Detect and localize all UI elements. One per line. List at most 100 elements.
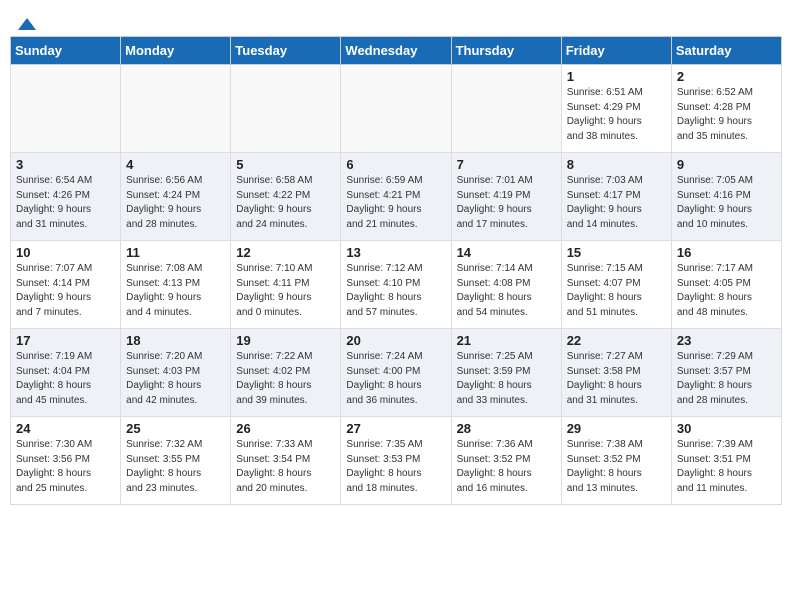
calendar-cell: 21 Sunrise: 7:25 AM Sunset: 3:59 PM Dayli… <box>451 329 561 417</box>
header <box>10 10 782 28</box>
header-day-saturday: Saturday <box>671 37 781 65</box>
calendar-cell: 9 Sunrise: 7:05 AM Sunset: 4:16 PM Daylig… <box>671 153 781 241</box>
day-number: 17 <box>16 333 115 348</box>
calendar-cell: 11 Sunrise: 7:08 AM Sunset: 4:13 PM Dayli… <box>121 241 231 329</box>
calendar-cell: 2 Sunrise: 6:52 AM Sunset: 4:28 PM Daylig… <box>671 65 781 153</box>
day-info: Sunrise: 7:39 AM Sunset: 3:51 PM Dayligh… <box>677 438 776 496</box>
day-info: Sunrise: 7:20 AM Sunset: 4:03 PM Dayligh… <box>126 350 225 408</box>
day-info: Sunrise: 7:15 AM Sunset: 4:07 PM Dayligh… <box>567 262 666 320</box>
calendar-cell <box>11 65 121 153</box>
day-number: 30 <box>677 421 776 436</box>
day-info: Sunrise: 7:22 AM Sunset: 4:02 PM Dayligh… <box>236 350 335 408</box>
calendar-cell: 28 Sunrise: 7:36 AM Sunset: 3:52 PM Dayli… <box>451 417 561 505</box>
header-day-wednesday: Wednesday <box>341 37 451 65</box>
day-info: Sunrise: 7:14 AM Sunset: 4:08 PM Dayligh… <box>457 262 556 320</box>
day-info: Sunrise: 7:30 AM Sunset: 3:56 PM Dayligh… <box>16 438 115 496</box>
calendar-cell: 29Sunrise: 7:38 AM Sunset: 3:52 PM Dayli… <box>561 417 671 505</box>
day-number: 5 <box>236 157 335 172</box>
day-info: Sunrise: 7:29 AM Sunset: 3:57 PM Dayligh… <box>677 350 776 408</box>
day-info: Sunrise: 7:05 AM Sunset: 4:16 PM Dayligh… <box>677 174 776 232</box>
day-number: 4 <box>126 157 225 172</box>
calendar-cell: 8Sunrise: 7:03 AM Sunset: 4:17 PM Daylig… <box>561 153 671 241</box>
day-number: 26 <box>236 421 335 436</box>
header-row: SundayMondayTuesdayWednesdayThursdayFrid… <box>11 37 782 65</box>
day-number: 14 <box>457 245 556 260</box>
day-number: 2 <box>677 69 776 84</box>
day-number: 24 <box>16 421 115 436</box>
calendar-cell: 25 Sunrise: 7:32 AM Sunset: 3:55 PM Dayli… <box>121 417 231 505</box>
calendar-cell: 15 Sunrise: 7:15 AM Sunset: 4:07 PM Dayli… <box>561 241 671 329</box>
day-number: 25 <box>126 421 225 436</box>
header-day-tuesday: Tuesday <box>231 37 341 65</box>
calendar-cell <box>121 65 231 153</box>
calendar-cell: 19 Sunrise: 7:22 AM Sunset: 4:02 PM Dayli… <box>231 329 341 417</box>
logo <box>14 18 38 28</box>
day-info: Sunrise: 6:52 AM Sunset: 4:28 PM Dayligh… <box>677 86 776 144</box>
day-number: 6 <box>346 157 445 172</box>
calendar-cell: 24 Sunrise: 7:30 AM Sunset: 3:56 PM Dayli… <box>11 417 121 505</box>
day-info: Sunrise: 7:19 AM Sunset: 4:04 PM Dayligh… <box>16 350 115 408</box>
calendar-table: SundayMondayTuesdayWednesdayThursdayFrid… <box>10 36 782 505</box>
week-row-2: 3 Sunrise: 6:54 AM Sunset: 4:26 PM Daylig… <box>11 153 782 241</box>
day-number: 28 <box>457 421 556 436</box>
day-info: Sunrise: 6:54 AM Sunset: 4:26 PM Dayligh… <box>16 174 115 232</box>
header-day-monday: Monday <box>121 37 231 65</box>
day-info: Sunrise: 7:25 AM Sunset: 3:59 PM Dayligh… <box>457 350 556 408</box>
day-number: 20 <box>346 333 445 348</box>
day-number: 1 <box>567 69 666 84</box>
day-info: Sunrise: 7:08 AM Sunset: 4:13 PM Dayligh… <box>126 262 225 320</box>
day-info: Sunrise: 6:51 AM Sunset: 4:29 PM Dayligh… <box>567 86 666 144</box>
calendar-cell: 7 Sunrise: 7:01 AM Sunset: 4:19 PM Daylig… <box>451 153 561 241</box>
calendar-cell: 27Sunrise: 7:35 AM Sunset: 3:53 PM Dayli… <box>341 417 451 505</box>
week-row-4: 17 Sunrise: 7:19 AM Sunset: 4:04 PM Dayli… <box>11 329 782 417</box>
day-number: 19 <box>236 333 335 348</box>
week-row-3: 10 Sunrise: 7:07 AM Sunset: 4:14 PM Dayli… <box>11 241 782 329</box>
day-number: 3 <box>16 157 115 172</box>
day-number: 29 <box>567 421 666 436</box>
day-number: 11 <box>126 245 225 260</box>
day-info: Sunrise: 7:17 AM Sunset: 4:05 PM Dayligh… <box>677 262 776 320</box>
day-info: Sunrise: 7:24 AM Sunset: 4:00 PM Dayligh… <box>346 350 445 408</box>
calendar-cell: 13 Sunrise: 7:12 AM Sunset: 4:10 PM Dayli… <box>341 241 451 329</box>
day-number: 10 <box>16 245 115 260</box>
calendar-cell: 17 Sunrise: 7:19 AM Sunset: 4:04 PM Dayli… <box>11 329 121 417</box>
day-info: Sunrise: 7:01 AM Sunset: 4:19 PM Dayligh… <box>457 174 556 232</box>
day-number: 13 <box>346 245 445 260</box>
calendar-cell: 5Sunrise: 6:58 AM Sunset: 4:22 PM Daylig… <box>231 153 341 241</box>
day-number: 16 <box>677 245 776 260</box>
calendar-cell: 22Sunrise: 7:27 AM Sunset: 3:58 PM Dayli… <box>561 329 671 417</box>
calendar-cell: 6 Sunrise: 6:59 AM Sunset: 4:21 PM Daylig… <box>341 153 451 241</box>
calendar-cell: 12 Sunrise: 7:10 AM Sunset: 4:11 PM Dayli… <box>231 241 341 329</box>
week-row-5: 24 Sunrise: 7:30 AM Sunset: 3:56 PM Dayli… <box>11 417 782 505</box>
header-day-sunday: Sunday <box>11 37 121 65</box>
day-number: 22 <box>567 333 666 348</box>
day-number: 9 <box>677 157 776 172</box>
day-info: Sunrise: 7:07 AM Sunset: 4:14 PM Dayligh… <box>16 262 115 320</box>
day-info: Sunrise: 6:56 AM Sunset: 4:24 PM Dayligh… <box>126 174 225 232</box>
calendar-cell: 16 Sunrise: 7:17 AM Sunset: 4:05 PM Dayli… <box>671 241 781 329</box>
day-number: 21 <box>457 333 556 348</box>
day-info: Sunrise: 7:36 AM Sunset: 3:52 PM Dayligh… <box>457 438 556 496</box>
day-number: 8 <box>567 157 666 172</box>
day-info: Sunrise: 7:33 AM Sunset: 3:54 PM Dayligh… <box>236 438 335 496</box>
logo-icon <box>16 16 38 32</box>
day-number: 23 <box>677 333 776 348</box>
calendar-cell: 30 Sunrise: 7:39 AM Sunset: 3:51 PM Dayli… <box>671 417 781 505</box>
day-info: Sunrise: 7:32 AM Sunset: 3:55 PM Dayligh… <box>126 438 225 496</box>
calendar-cell: 14 Sunrise: 7:14 AM Sunset: 4:08 PM Dayli… <box>451 241 561 329</box>
header-day-thursday: Thursday <box>451 37 561 65</box>
week-row-1: 1 Sunrise: 6:51 AM Sunset: 4:29 PM Daylig… <box>11 65 782 153</box>
day-number: 12 <box>236 245 335 260</box>
calendar-cell: 26 Sunrise: 7:33 AM Sunset: 3:54 PM Dayli… <box>231 417 341 505</box>
calendar-cell <box>231 65 341 153</box>
day-info: Sunrise: 6:59 AM Sunset: 4:21 PM Dayligh… <box>346 174 445 232</box>
day-number: 18 <box>126 333 225 348</box>
day-info: Sunrise: 7:10 AM Sunset: 4:11 PM Dayligh… <box>236 262 335 320</box>
calendar-cell <box>451 65 561 153</box>
day-number: 7 <box>457 157 556 172</box>
calendar-cell: 4 Sunrise: 6:56 AM Sunset: 4:24 PM Daylig… <box>121 153 231 241</box>
calendar-cell <box>341 65 451 153</box>
day-info: Sunrise: 7:12 AM Sunset: 4:10 PM Dayligh… <box>346 262 445 320</box>
day-info: Sunrise: 7:35 AM Sunset: 3:53 PM Dayligh… <box>346 438 445 496</box>
day-number: 15 <box>567 245 666 260</box>
